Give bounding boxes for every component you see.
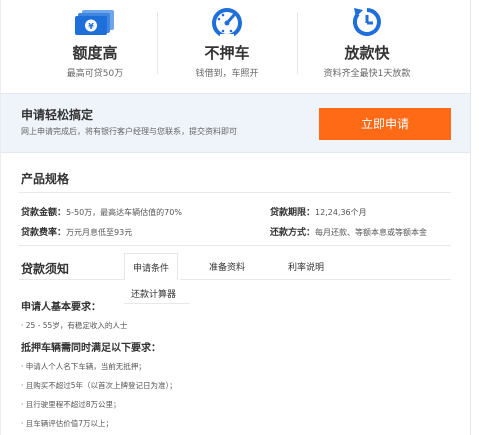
feature-row: ¥ 额度高 最高可贷50万 不押车 钱借到，车照开 放款快 资料齐全最快1天放款 — [0, 0, 470, 93]
spec-label: 贷款金额： — [21, 208, 67, 218]
spec-value: 12,24,36个月 — [315, 208, 367, 217]
spec-label: 还款方式： — [270, 228, 316, 238]
spec-term: 贷款期限：12,24,36个月 — [270, 205, 367, 218]
tab-interest-rate-info[interactable]: 利率说明 — [288, 260, 324, 273]
feature-title: 不押车 — [204, 44, 250, 62]
requirement-item: · 申请人个人名下车辆，当前无抵押； — [21, 362, 146, 371]
spec-value: 万元月息低至93元 — [66, 228, 133, 237]
svg-text:¥: ¥ — [88, 22, 94, 31]
feature-subtitle: 资料齐全最快1天放款 — [323, 69, 411, 79]
spec-rate: 贷款费率：万元月息低至93元 — [21, 225, 132, 238]
spec-value: 每月还款、等额本息或等额本金 — [315, 228, 428, 237]
divider — [19, 192, 451, 193]
product-spec-heading: 产品规格 — [21, 172, 70, 186]
spec-label: 贷款期限： — [270, 208, 316, 218]
tab-repayment-calculator[interactable]: 还款计算器 — [131, 287, 176, 300]
requirement-heading: 抵押车辆需同时满足以下要求： — [21, 343, 161, 354]
divider — [19, 279, 124, 280]
feature-title: 放款快 — [344, 44, 390, 62]
spec-repayment: 还款方式：每月还款、等额本息或等额本金 — [270, 225, 427, 238]
spec-amount: 贷款金额：5-50万，最高达车辆估值的70% — [21, 205, 182, 218]
divider — [124, 303, 190, 304]
feature-subtitle: 钱借到，车照开 — [195, 69, 259, 79]
clock-arrow-icon — [350, 6, 384, 42]
feature-subtitle: 最高可贷50万 — [66, 69, 124, 79]
requirement-item: · 且购买不超过5年（以首次上牌登记日为准）； — [21, 381, 177, 390]
requirement-item: · 且车辆评估价值7万以上； — [21, 419, 114, 428]
spec-value: 5-50万，最高达车辆估值的70% — [66, 208, 182, 217]
apply-title: 申请轻松搞定 — [21, 108, 94, 122]
requirement-item: · 25 - 55岁，有稳定收入的人士 — [21, 321, 128, 330]
divider — [19, 245, 451, 246]
spec-label: 贷款费率： — [21, 228, 67, 238]
feature-title: 额度高 — [72, 44, 118, 62]
apply-now-button[interactable]: 立即申请 — [319, 108, 451, 140]
divider — [180, 279, 451, 280]
requirement-item: · 且行驶里程不超过8万公里； — [21, 400, 121, 409]
speedometer-icon — [210, 6, 244, 42]
apply-description: 网上申请完成后，将有银行客户经理与您联系，提交资料即可 — [21, 127, 237, 136]
tab-application-conditions[interactable]: 申请条件 — [124, 253, 179, 280]
banknote-stack-icon: ¥ — [74, 8, 116, 40]
requirement-heading: 申请人基本要求： — [21, 302, 101, 313]
notes-heading: 贷款须知 — [21, 262, 70, 276]
tab-required-documents[interactable]: 准备资料 — [209, 260, 245, 273]
apply-banner: 申请轻松搞定 网上申请完成后，将有银行客户经理与您联系，提交资料即可 立即申请 — [1, 93, 470, 153]
